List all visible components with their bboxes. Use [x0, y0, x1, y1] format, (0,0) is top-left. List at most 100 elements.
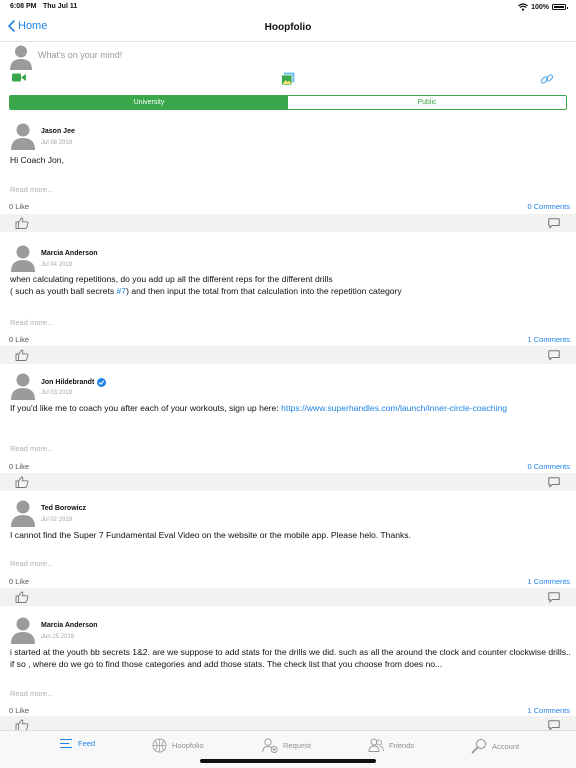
battery-percent: 100% [531, 3, 549, 11]
like-count: 0 Like [9, 462, 30, 471]
post-author[interactable]: Marcia Anderson [41, 622, 98, 629]
post-date: Jun 25 2019 [41, 634, 75, 640]
nav-bar: Home Hoopfolio [0, 14, 576, 42]
status-input[interactable]: What's on your mind! [38, 50, 122, 60]
audience-segmented-control: University Public [9, 95, 567, 110]
post-action-bar [0, 214, 576, 232]
avatar [11, 617, 35, 644]
like-count: 0 Like [9, 706, 30, 715]
body-text: If you'd like me to coach you after each… [10, 403, 282, 413]
feed-post: Jason Jee Jul 08 2019 Hi Coach Jon, Read… [0, 116, 576, 238]
tab-label: Account [492, 741, 520, 751]
add-person-icon [262, 738, 278, 753]
wifi-icon [518, 3, 528, 11]
avatar [11, 245, 35, 272]
read-more-link[interactable]: Read more... [10, 444, 53, 453]
post-body: If you'd like me to coach you after each… [10, 402, 556, 414]
video-icon[interactable] [12, 73, 26, 82]
post-author[interactable]: Jason Jee [41, 128, 75, 135]
avatar [11, 373, 35, 400]
tab-feed[interactable]: Feed [59, 738, 95, 749]
comment-icon[interactable] [548, 218, 560, 229]
comment-icon[interactable] [548, 720, 560, 730]
avatar [11, 123, 35, 150]
read-more-link[interactable]: Read more... [10, 689, 53, 698]
avatar [11, 500, 35, 527]
post-author[interactable]: Jon Hildebrandt [41, 378, 107, 387]
comment-icon[interactable] [548, 477, 560, 488]
feed-list[interactable]: Jason Jee Jul 08 2019 Hi Coach Jon, Read… [0, 116, 576, 730]
feed-icon [60, 738, 72, 749]
author-name: Marcia Anderson [41, 622, 98, 629]
post-date: Jul 04 2019 [41, 262, 73, 268]
status-date: Thu Jul 11 [43, 3, 78, 10]
post-action-bar [0, 716, 576, 730]
author-name: Jon Hildebrandt [41, 379, 95, 386]
status-time: 6:08 PM [10, 3, 37, 10]
tab-label: Feed [78, 739, 96, 748]
comment-count-link[interactable]: 1 Comments [527, 335, 570, 344]
read-more-link[interactable]: Read more... [10, 318, 53, 327]
feed-post: Jon Hildebrandt Jul 03 2019 If you'd lik… [0, 366, 576, 493]
basketball-icon [152, 738, 167, 753]
post-body: when calculating repetitions, do you add… [10, 273, 566, 297]
avatar [10, 45, 32, 70]
post-body-line: when calculating repetitions, do you add… [10, 274, 333, 284]
post-author[interactable]: Marcia Anderson [41, 250, 98, 257]
home-indicator[interactable] [200, 759, 376, 763]
post-body-line: ( such as youth ball secrets #7) and the… [10, 285, 566, 297]
tab-hoopfolio[interactable]: Hoopfolio [152, 738, 204, 753]
tab-label: Request [283, 741, 311, 750]
comment-icon[interactable] [548, 592, 560, 603]
account-search-icon [471, 738, 487, 754]
post-date: Jul 08 2019 [41, 140, 73, 146]
thumbs-up-icon[interactable] [15, 217, 29, 229]
comment-icon[interactable] [548, 350, 560, 361]
post-body: i started at the youth bb secrets 1&2. a… [10, 647, 571, 669]
comment-count-link[interactable]: 1 Comments [527, 577, 570, 586]
thumbs-up-icon[interactable] [15, 349, 29, 361]
post-action-bar [0, 588, 576, 606]
status-right: 100% [518, 3, 568, 11]
post-action-bar [0, 346, 576, 364]
tab-label: Friends [389, 740, 415, 750]
tab-account[interactable]: Account [471, 738, 519, 754]
body-text: ) and then input the total from that cal… [126, 286, 402, 296]
feed-post: Marcia Anderson Jul 04 2019 when calcula… [0, 238, 576, 366]
url-link[interactable]: https://www.superhandles.com/launch/inne… [281, 403, 507, 413]
body-text: ( such as youth ball secrets [10, 286, 117, 296]
tab-request[interactable]: Request [262, 738, 311, 753]
link-icon[interactable] [540, 72, 554, 86]
tab-label: Hoopfolio [172, 741, 204, 750]
battery-icon [552, 4, 568, 10]
author-name: Ted Borowicz [41, 505, 86, 512]
tab-friends[interactable]: Friends [368, 738, 414, 752]
read-more-link[interactable]: Read more... [10, 559, 53, 568]
author-name: Jason Jee [41, 128, 75, 135]
post-date: Jul 02 2019 [41, 517, 73, 523]
post-composer: What's on your mind! [0, 42, 576, 92]
thumbs-up-icon[interactable] [15, 591, 29, 603]
verified-badge-icon [97, 378, 107, 387]
like-count: 0 Like [9, 335, 30, 344]
feed-post: Marcia Anderson Jun 25 2019 i started at… [0, 610, 576, 730]
post-body: Hi Coach Jon, [10, 155, 64, 165]
thumbs-up-icon[interactable] [15, 476, 29, 488]
post-date: Jul 03 2019 [41, 390, 73, 396]
friends-icon [368, 738, 384, 752]
comment-count-link[interactable]: 1 Comments [527, 706, 570, 715]
post-body: I cannot find the Super 7 Fundamental Ev… [10, 530, 411, 540]
post-author[interactable]: Ted Borowicz [41, 505, 86, 512]
segment-university[interactable]: University [10, 96, 288, 109]
page-title: Hoopfolio [264, 22, 312, 33]
like-count: 0 Like [9, 577, 30, 586]
thumbs-up-icon[interactable] [15, 719, 29, 730]
photo-icon[interactable] [281, 72, 295, 86]
status-bar: 6:08 PM Thu Jul 11 100% [0, 0, 576, 14]
post-action-bar [0, 473, 576, 491]
hashtag-link[interactable]: #7 [117, 286, 127, 296]
comment-count-link[interactable]: 0 Comments [527, 462, 570, 471]
read-more-link[interactable]: Read more... [10, 185, 53, 194]
segment-public[interactable]: Public [288, 96, 566, 109]
comment-count-link[interactable]: 0 Comments [527, 202, 570, 211]
